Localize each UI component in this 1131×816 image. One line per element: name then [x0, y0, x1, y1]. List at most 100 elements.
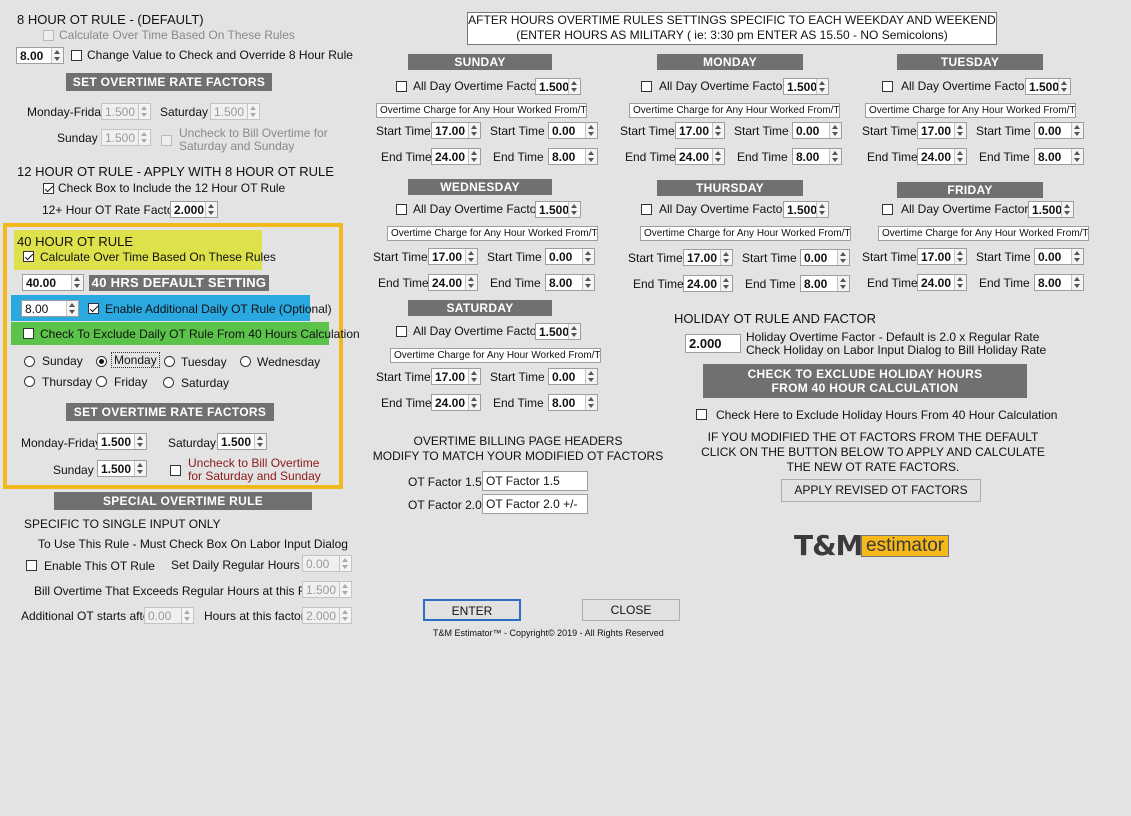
ot12-rate-stepper[interactable]: 2.000	[170, 201, 218, 218]
stepper-arrows-icon[interactable]	[1058, 79, 1070, 94]
all-day-factor-friday[interactable]: 1.500	[1028, 201, 1074, 218]
start1-tuesday[interactable]: 17.00	[917, 122, 967, 139]
stepper-arrows-icon[interactable]	[339, 582, 351, 597]
start2-monday[interactable]: 0.00	[792, 122, 842, 139]
stepper-arrows-icon[interactable]	[568, 324, 580, 339]
end1-saturday[interactable]: 24.00	[431, 394, 481, 411]
start1-saturday[interactable]: 17.00	[431, 368, 481, 385]
start2-saturday[interactable]: 0.00	[548, 368, 598, 385]
stepper-arrows-icon[interactable]	[247, 104, 259, 119]
stepper-arrows-icon[interactable]	[254, 434, 266, 449]
start1-monday[interactable]: 17.00	[675, 122, 725, 139]
enter-button[interactable]: ENTER	[423, 599, 521, 621]
radio-sunday[interactable]	[24, 356, 35, 367]
stepper-arrows-icon[interactable]	[1071, 275, 1083, 290]
rate-top-mf-stepper[interactable]: 1.500	[101, 103, 151, 120]
all-day-factor-wednesday[interactable]: 1.500	[535, 201, 581, 218]
stepper-arrows-icon[interactable]	[465, 275, 477, 290]
stepper-arrows-icon[interactable]	[134, 461, 146, 476]
stepper-arrows-icon[interactable]	[181, 608, 193, 623]
stepper-arrows-icon[interactable]	[837, 250, 849, 265]
stepper-arrows-icon[interactable]	[585, 369, 597, 384]
close-button[interactable]: CLOSE	[582, 599, 680, 621]
start2-sunday[interactable]: 0.00	[548, 122, 598, 139]
stepper-arrows-icon[interactable]	[585, 123, 597, 138]
daily-regular-stepper[interactable]: 0.00	[302, 555, 352, 572]
holiday-factor-stepper[interactable]: 2.000	[685, 334, 741, 353]
stepper-arrows-icon[interactable]	[712, 123, 724, 138]
stepper-arrows-icon[interactable]	[585, 149, 597, 164]
radio-wednesday[interactable]	[240, 356, 251, 367]
end2-tuesday[interactable]: 8.00	[1034, 148, 1084, 165]
stepper-arrows-icon[interactable]	[954, 149, 966, 164]
daily-hours-stepper[interactable]: 8.00	[21, 300, 79, 317]
start1-sunday[interactable]: 17.00	[431, 122, 481, 139]
stepper-arrows-icon[interactable]	[339, 556, 351, 571]
stepper-arrows-icon[interactable]	[51, 48, 63, 63]
end1-monday[interactable]: 24.00	[675, 148, 725, 165]
end2-friday[interactable]: 8.00	[1034, 274, 1084, 291]
stepper-arrows-icon[interactable]	[468, 149, 480, 164]
radio-thursday[interactable]	[24, 376, 35, 387]
end1-tuesday[interactable]: 24.00	[917, 148, 967, 165]
enable-rule-checkbox[interactable]	[26, 560, 37, 571]
apply-revised-button[interactable]: APPLY REVISED OT FACTORS	[781, 479, 981, 502]
stepper-arrows-icon[interactable]	[205, 202, 217, 217]
uncheck-top-checkbox[interactable]	[161, 135, 172, 146]
stepper-arrows-icon[interactable]	[954, 249, 966, 264]
ot40-calc-checkbox[interactable]	[23, 251, 34, 262]
stepper-arrows-icon[interactable]	[468, 369, 480, 384]
stepper-arrows-icon[interactable]	[1061, 202, 1073, 217]
stepper-arrows-icon[interactable]	[582, 275, 594, 290]
all-day-factor-thursday[interactable]: 1.500	[783, 201, 829, 218]
end2-wednesday[interactable]: 8.00	[545, 274, 595, 291]
hours-factor-stepper[interactable]: 2.000	[302, 607, 352, 624]
start1-wednesday[interactable]: 17.00	[428, 248, 478, 265]
stepper-arrows-icon[interactable]	[568, 202, 580, 217]
uncheck-40-checkbox[interactable]	[170, 465, 181, 476]
all-day-checkbox-saturday[interactable]	[396, 326, 407, 337]
end2-monday[interactable]: 8.00	[792, 148, 842, 165]
billing-f15-input[interactable]: OT Factor 1.5	[482, 471, 588, 491]
all-day-factor-sunday[interactable]: 1.500	[535, 78, 581, 95]
all-day-factor-tuesday[interactable]: 1.500	[1025, 78, 1071, 95]
stepper-arrows-icon[interactable]	[829, 149, 841, 164]
rate40-sun-stepper[interactable]: 1.500	[97, 460, 147, 477]
all-day-checkbox-tuesday[interactable]	[882, 81, 893, 92]
ot8-change-checkbox[interactable]	[71, 50, 82, 61]
stepper-arrows-icon[interactable]	[1071, 149, 1083, 164]
stepper-arrows-icon[interactable]	[582, 249, 594, 264]
stepper-arrows-icon[interactable]	[720, 250, 732, 265]
start2-tuesday[interactable]: 0.00	[1034, 122, 1084, 139]
stepper-arrows-icon[interactable]	[568, 79, 580, 94]
all-day-factor-saturday[interactable]: 1.500	[535, 323, 581, 340]
stepper-arrows-icon[interactable]	[138, 104, 150, 119]
stepper-arrows-icon[interactable]	[720, 276, 732, 291]
stepper-arrows-icon[interactable]	[339, 608, 351, 623]
start2-wednesday[interactable]: 0.00	[545, 248, 595, 265]
end2-thursday[interactable]: 8.00	[800, 275, 850, 292]
all-day-factor-monday[interactable]: 1.500	[783, 78, 829, 95]
radio-monday[interactable]	[96, 356, 107, 367]
holiday-exclude-checkbox[interactable]	[696, 409, 707, 420]
stepper-arrows-icon[interactable]	[465, 249, 477, 264]
radio-tuesday[interactable]	[164, 356, 175, 367]
exclude-daily-checkbox[interactable]	[23, 328, 34, 339]
all-day-checkbox-friday[interactable]	[882, 204, 893, 215]
all-day-checkbox-sunday[interactable]	[396, 81, 407, 92]
stepper-arrows-icon[interactable]	[71, 275, 83, 290]
daily-enable-checkbox[interactable]	[88, 303, 99, 314]
end1-friday[interactable]: 24.00	[917, 274, 967, 291]
end2-saturday[interactable]: 8.00	[548, 394, 598, 411]
stepper-arrows-icon[interactable]	[585, 395, 597, 410]
all-day-checkbox-thursday[interactable]	[641, 204, 652, 215]
radio-saturday[interactable]	[163, 377, 174, 388]
stepper-arrows-icon[interactable]	[816, 79, 828, 94]
all-day-checkbox-wednesday[interactable]	[396, 204, 407, 215]
stepper-arrows-icon[interactable]	[1071, 249, 1083, 264]
all-day-checkbox-monday[interactable]	[641, 81, 652, 92]
ot8-hours-stepper[interactable]: 8.00	[16, 47, 64, 64]
stepper-arrows-icon[interactable]	[829, 123, 841, 138]
end1-thursday[interactable]: 24.00	[683, 275, 733, 292]
billing-f20-input[interactable]: OT Factor 2.0 +/-	[482, 494, 588, 514]
